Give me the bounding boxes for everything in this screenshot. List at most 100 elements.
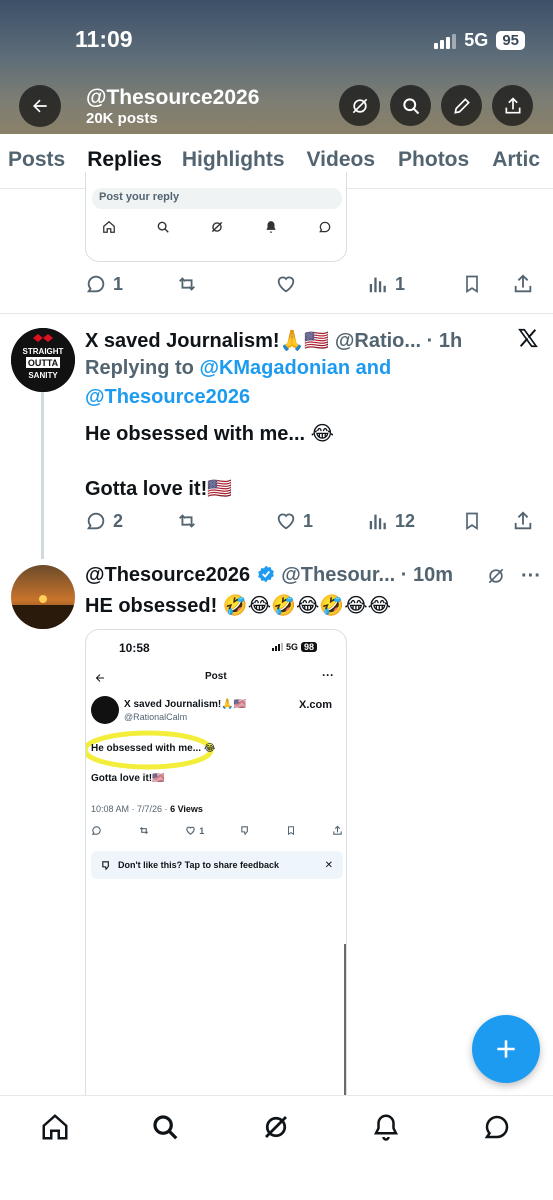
views-count: 12 (395, 510, 416, 531)
home-icon (103, 220, 115, 233)
repost-button[interactable] (175, 510, 275, 532)
more-options-icon[interactable]: ··· (521, 565, 541, 588)
embed-date: 10:08 AM · 7/7/26 · (91, 804, 168, 814)
feedback-text: Don't like this? Tap to share feedback (118, 860, 280, 870)
grok-icon (352, 98, 367, 113)
tab-articles[interactable]: Artic (492, 134, 540, 188)
avatar-text-1: STRAIGHT (23, 347, 64, 356)
search-icon (153, 1115, 178, 1140)
bookmark-icon (466, 512, 478, 531)
embed-meta: 10:08 AM · 7/7/26 · 6 Views (91, 804, 203, 814)
grok-button[interactable] (486, 566, 506, 591)
handle[interactable]: @Thesour... (281, 564, 395, 586)
dislike-icon (241, 826, 248, 836)
mention-link[interactable]: @Thesource2026 (85, 386, 250, 409)
card-nav-icons (102, 220, 332, 234)
embed-like-count: 1 (199, 825, 205, 836)
status-indicators: 5G 95 (434, 30, 525, 51)
avatar[interactable] (11, 565, 75, 629)
avatar[interactable]: STRAIGHT OUTTA SANITY (11, 328, 75, 392)
nav-messages[interactable] (480, 1110, 514, 1144)
repost-icon (179, 277, 195, 291)
bookmark-button[interactable] (462, 273, 512, 295)
battery-level: 95 (496, 31, 525, 50)
views-button[interactable]: 1 (367, 273, 462, 295)
embed-avatar (91, 696, 119, 724)
tweet-header: @Thesource2026 @Thesour... · 10m (85, 564, 453, 587)
embed-handle: @RationalCalm (124, 712, 188, 722)
profile-header-banner: 11:09 5G 95 @Thesource2026 20K posts (0, 0, 553, 134)
views-button[interactable]: 12 (367, 510, 462, 532)
grok-icon (265, 1116, 287, 1138)
share-button[interactable] (512, 510, 534, 532)
profile-name: @Thesource2026 (86, 86, 260, 109)
network-label: 5G (464, 30, 489, 50)
embedded-card[interactable]: Post your reply (85, 172, 347, 262)
scroll-indicator (344, 944, 346, 1099)
repost-button[interactable] (175, 273, 275, 295)
post-count: 20K posts (86, 110, 158, 127)
timestamp: · 10m (400, 564, 454, 586)
back-button[interactable] (19, 85, 61, 127)
chart-icon (369, 277, 386, 293)
divider (0, 313, 553, 314)
search-icon (157, 221, 169, 233)
repost-icon (139, 826, 148, 835)
embed-text-line2: Gotta love it!🇺🇸 (91, 773, 165, 784)
embedded-screenshot[interactable]: 10:58 5G 98 Post ··· X saved Journalism!… (85, 629, 347, 1099)
nav-notifications[interactable] (369, 1110, 403, 1144)
bookmark-icon (466, 275, 478, 294)
repost-icon (179, 514, 195, 528)
replying-to: Replying to @KMagadonian and (85, 357, 391, 380)
feedback-banner: Don't like this? Tap to share feedback ✕ (91, 851, 343, 879)
heart-icon (277, 513, 295, 530)
display-name[interactable]: X saved Journalism!🙏🇺🇸 (85, 330, 329, 352)
edit-button[interactable] (441, 85, 482, 126)
embed-text-line1: He obsessed with me... 😂 (91, 743, 216, 754)
embed-actions: 1 (91, 825, 343, 836)
tab-photos[interactable]: Photos (398, 134, 469, 188)
share-button[interactable] (512, 273, 534, 295)
pencil-icon (453, 97, 470, 114)
nav-home[interactable] (38, 1110, 72, 1144)
tweet-header: X saved Journalism!🙏🇺🇸 @Ratio... · 1h (85, 328, 462, 353)
grok-button[interactable] (339, 85, 380, 126)
reply-button[interactable]: 1 (85, 273, 175, 295)
bottom-navigation (0, 1095, 553, 1200)
search-button[interactable] (390, 85, 431, 126)
mention-link[interactable]: @KMagadonian and (199, 357, 391, 379)
embed-post-header: Post (205, 671, 227, 682)
embed-status-indicators: 5G 98 (272, 642, 318, 652)
grok-icon (211, 221, 223, 233)
more-options-icon: ··· (322, 668, 334, 682)
avatar-text-3: SANITY (28, 371, 58, 380)
embed-network: 5G (286, 642, 299, 652)
tweet-text-line1: He obsessed with me... 😂 (85, 423, 334, 445)
thread-line (41, 392, 44, 559)
display-name[interactable]: @Thesource2026 (85, 564, 250, 586)
handle[interactable]: @Ratio... (335, 330, 421, 352)
arrow-left-icon (33, 99, 47, 113)
reply-button[interactable]: 2 (85, 510, 175, 532)
nav-search[interactable] (148, 1110, 182, 1144)
comment-icon (91, 826, 101, 835)
tab-posts[interactable]: Posts (8, 134, 65, 188)
embed-xcom-label: X.com (299, 699, 333, 711)
timestamp: · 1h (426, 330, 463, 352)
compose-button[interactable] (472, 1015, 540, 1083)
share-button[interactable] (492, 85, 533, 126)
comment-icon (86, 512, 105, 530)
embed-display-name: X saved Journalism!🙏🇺🇸 (124, 699, 247, 710)
share-icon (514, 511, 532, 530)
home-icon (42, 1114, 68, 1140)
signal-icon (272, 643, 283, 651)
bookmark-button[interactable] (462, 510, 512, 532)
signal-icon (434, 33, 457, 49)
reply-count: 2 (113, 510, 124, 531)
search-icon (402, 97, 419, 114)
arrow-left-icon (95, 674, 104, 682)
tweet-actions: 2 1 12 (85, 510, 543, 532)
like-button[interactable] (275, 273, 367, 295)
nav-grok[interactable] (259, 1110, 293, 1144)
like-button[interactable]: 1 (275, 510, 367, 532)
